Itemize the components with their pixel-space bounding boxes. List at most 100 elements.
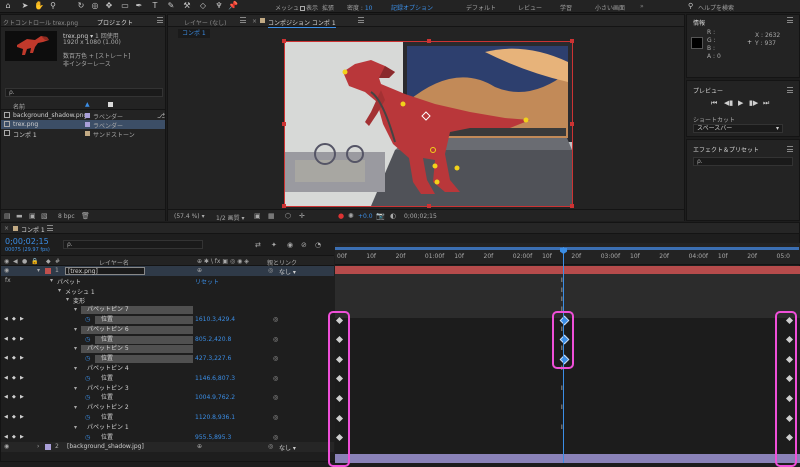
bbox-handle-ml[interactable] (282, 122, 286, 126)
channel-icon[interactable]: ● (338, 212, 344, 220)
add-keyframe-icon[interactable]: ◆ (12, 355, 16, 361)
visibility-icon[interactable]: ◉ (4, 443, 9, 450)
roto-tool-icon[interactable]: ♆ (214, 1, 224, 11)
property-group-name[interactable]: メッシュ 1 (65, 287, 95, 296)
bpc-label[interactable]: 8 bpc (58, 213, 75, 220)
timeline-row[interactable]: ◀ ◆ ▶ ◷ 位置 955.5,895.3 ◎ (1, 433, 334, 443)
puppet-pin-name[interactable]: パペットピン 7 (81, 306, 193, 315)
expand-chevron-icon[interactable]: ▾ (74, 424, 77, 431)
audio-col-icon[interactable]: ◀ (13, 258, 18, 265)
project-item[interactable]: background_shadow.png ラベンダー (1, 111, 165, 121)
expand-chevron-icon[interactable]: ▾ (74, 365, 77, 372)
prev-keyframe-icon[interactable]: ◀ (4, 316, 8, 322)
tab-effect-controls[interactable]: クトコントロール trex.png (3, 18, 78, 27)
current-timecode[interactable]: 0;00;02;15 (5, 237, 49, 246)
bbox-handle-bm[interactable] (427, 204, 431, 208)
timeline-row[interactable]: ▾ パペットピン 5 (1, 344, 334, 354)
prev-keyframe-icon[interactable]: ◀ (4, 355, 8, 361)
timeline-row[interactable]: ◀ ◆ ▶ ◷ 位置 1146.6,807.3 ◎ (1, 374, 334, 384)
timeline-row[interactable]: ▾ 変形 (1, 295, 334, 305)
region-icon[interactable]: ▣ (254, 212, 261, 220)
position-property-name[interactable]: 位置 (95, 355, 193, 364)
next-keyframe-icon[interactable]: ▶ (20, 336, 24, 342)
expand-chevron-icon[interactable]: ▾ (37, 267, 40, 274)
comp-canvas[interactable] (284, 41, 573, 207)
brush-tool-icon[interactable]: ✎ (166, 1, 176, 11)
timeline-row[interactable]: ◀ ◆ ▶ ◷ 位置 805.2,420.8 ◎ (1, 335, 334, 345)
mask-visibility-icon[interactable]: ⬡ (285, 212, 291, 220)
add-keyframe-icon[interactable]: ◆ (12, 316, 16, 322)
position-value[interactable]: 427.3,227.6 (195, 355, 231, 362)
motion-blur-icon[interactable]: ◔ (315, 241, 321, 249)
shy-icon[interactable]: ◉ (287, 241, 293, 249)
timeline-row[interactable]: ▾ パペットピン 1 (1, 423, 334, 433)
add-keyframe-icon[interactable]: ◆ (12, 414, 16, 420)
project-settings-icon[interactable]: ▧ (41, 212, 48, 220)
ws-default[interactable]: デフォルト (466, 3, 496, 12)
timeline-menu-icon[interactable] (47, 225, 53, 231)
next-keyframe-icon[interactable]: ▶ (20, 434, 24, 440)
ws-record-options[interactable]: 記録オプション (391, 3, 433, 12)
expression-pickwhip-icon[interactable]: ◎ (273, 355, 278, 362)
visibility-icon[interactable]: ◉ (4, 267, 9, 274)
timeline-row[interactable]: ◀ ◆ ▶ ◷ 位置 1004.9,762.2 ◎ (1, 393, 334, 403)
prev-keyframe-icon[interactable]: ◀ (4, 394, 8, 400)
info-menu-icon[interactable] (787, 17, 793, 23)
work-area-bar[interactable] (335, 247, 799, 250)
flowchart-icon[interactable]: ⎇ (157, 112, 165, 120)
tab-timeline-comp[interactable]: コンポ 1 (21, 225, 45, 234)
stopwatch-icon[interactable]: ◷ (85, 414, 90, 421)
show-channel-icon[interactable]: ◐ (390, 212, 396, 220)
rotate-tool-icon[interactable]: ↻ (76, 1, 86, 11)
timeline-row[interactable]: ◉ › 2 [background_shadow.jpg] ⊕ ◎ なし ▾ (1, 442, 334, 452)
prev-keyframe-icon[interactable]: ◀ (4, 434, 8, 440)
position-value[interactable]: 1120.8,936.1 (195, 414, 235, 421)
expand-chevron-icon[interactable]: ▾ (66, 296, 69, 303)
panel-menu-icon[interactable] (157, 17, 163, 23)
prev-keyframe-icon[interactable]: ◀ (4, 336, 8, 342)
project-item[interactable]: trex.png ラベンダー (1, 120, 165, 130)
layer-name[interactable]: [background_shadow.jpg] (65, 443, 145, 451)
comp-mini-flowchart-icon[interactable]: ⇄ (255, 241, 261, 249)
time-ruler[interactable]: 00f 10f 20f 01:00f 10f 20f 02:00f 10f 20f 03:00f 1… (335, 243, 800, 265)
puppet-pin-name[interactable]: パペットピン 1 (81, 424, 193, 432)
bbox-handle-tm[interactable] (427, 39, 431, 43)
next-keyframe-icon[interactable]: ▶ (20, 355, 24, 361)
expand-chevron-icon[interactable]: ▾ (50, 277, 53, 284)
add-keyframe-icon[interactable]: ◆ (12, 375, 16, 381)
bbox-handle-bl[interactable] (282, 204, 286, 208)
position-property-name[interactable]: 位置 (95, 414, 193, 422)
timeline-row[interactable]: ▾ パペットピン 3 (1, 384, 334, 394)
position-value[interactable]: 805.2,420.8 (195, 336, 231, 343)
timeline-row[interactable]: ▾ パペット リセット fx (1, 276, 334, 286)
new-comp-icon[interactable]: ▣ (29, 212, 36, 220)
tab-composition[interactable]: コンポジション コンポ 1 (268, 18, 336, 28)
position-property-name[interactable]: 位置 (95, 394, 193, 402)
timeline-row[interactable]: ◀ ◆ ▶ ◷ 位置 1610.3,429.4 ◎ (1, 315, 334, 325)
expression-pickwhip-icon[interactable]: ◎ (273, 316, 278, 323)
position-value[interactable]: 1610.3,429.4 (195, 316, 235, 323)
puppet-pin-name[interactable]: パペットピン 4 (81, 365, 193, 373)
grid-icon[interactable]: ✛ (299, 212, 305, 220)
position-value[interactable]: 1146.6,807.3 (195, 375, 235, 382)
visibility-col-icon[interactable]: ◉ (4, 258, 9, 265)
puppet-pin-name[interactable]: パペットピン 5 (81, 345, 193, 354)
position-property-name[interactable]: 位置 (95, 434, 193, 442)
bbox-handle-mr[interactable] (570, 122, 574, 126)
reset-link[interactable]: リセット (195, 277, 219, 286)
puppet-pin-name[interactable]: パペットピン 3 (81, 385, 193, 393)
stopwatch-icon[interactable]: ◷ (85, 316, 90, 323)
exposure-icon[interactable]: ✺ (348, 212, 354, 220)
prev-frame-icon[interactable]: ◀▮ (724, 99, 733, 107)
parent-pickwhip-icon[interactable]: ◎ (268, 267, 273, 274)
mask-tool-icon[interactable]: ▭ (120, 1, 130, 11)
sort-asc-icon[interactable]: ▲ (85, 101, 90, 108)
draft-3d-icon[interactable]: ✦ (271, 241, 277, 249)
bbox-handle-tr[interactable] (570, 39, 574, 43)
frame-blend-icon[interactable]: ⊘ (301, 241, 307, 249)
next-keyframe-icon[interactable]: ▶ (20, 375, 24, 381)
prev-keyframe-icon[interactable]: ◀ (4, 414, 8, 420)
stopwatch-icon[interactable]: ◷ (85, 355, 90, 362)
expand-chevron-icon[interactable]: ▾ (74, 385, 77, 392)
play-icon[interactable]: ▶ (738, 99, 743, 107)
